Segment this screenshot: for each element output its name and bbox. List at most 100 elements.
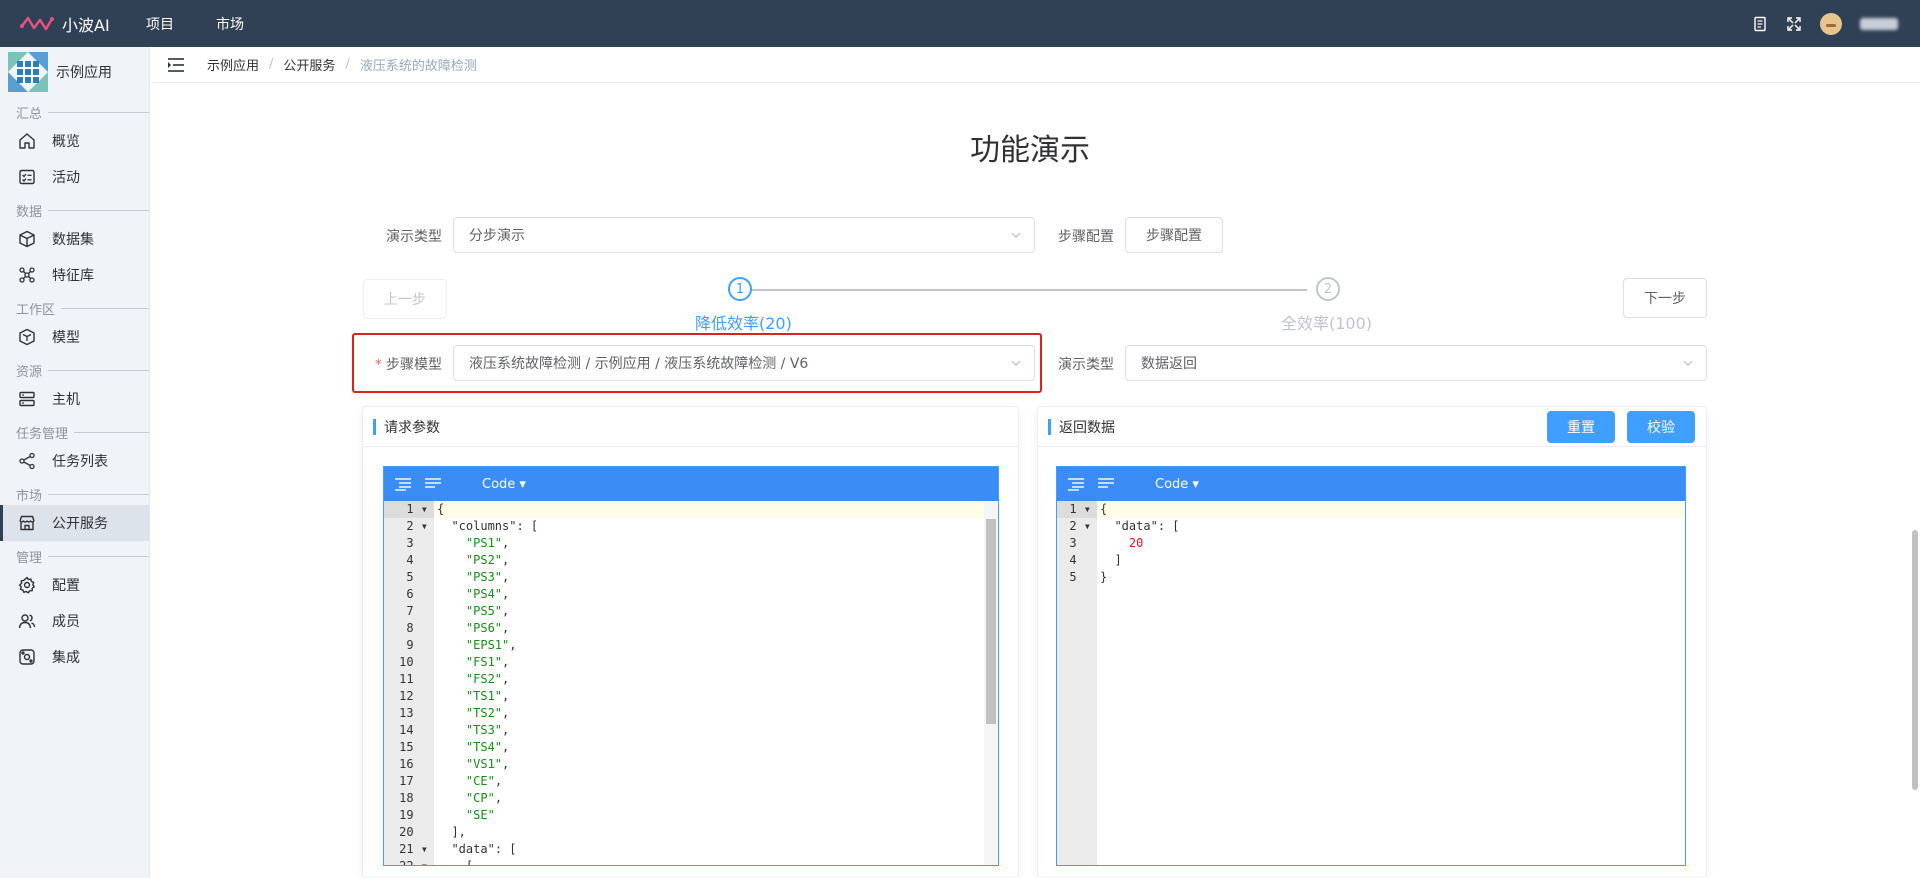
line-number: 12: [399, 689, 428, 703]
username-blurred[interactable]: [1860, 17, 1898, 30]
line-number: 10: [399, 655, 428, 669]
request-json-editor[interactable]: Code ▾ 1 ▾ 2 ▾ 3 4 5 6 7 8 9 10 11 12 13 1…: [383, 466, 999, 866]
sidebar-item-integrations[interactable]: 集成: [0, 639, 149, 675]
line-number: 8: [406, 621, 428, 635]
editor-toolbar: Code ▾: [384, 467, 998, 501]
code-line: "TS2",: [465, 706, 510, 720]
brand-name: 小波AI: [62, 15, 110, 35]
compact-icon[interactable]: [424, 477, 442, 491]
demo-type-select[interactable]: 分步演示: [453, 217, 1035, 253]
response-json-editor[interactable]: Code ▾ 1 ▾ 2 ▾ 3 4 5 { "data": [ 20 ]}: [1056, 466, 1686, 866]
feature-icon: [19, 267, 35, 283]
app-header[interactable]: 示例应用: [0, 47, 149, 97]
breadcrumb-bar: 示例应用 / 公开服务 / 液压系统的故障检测: [151, 47, 1920, 83]
step-connector: [740, 289, 1307, 291]
page-title: 功能演示: [970, 133, 1090, 168]
top-right-tools: [1752, 0, 1898, 47]
code-line: "data": [: [1114, 519, 1180, 533]
next-step-button[interactable]: 下一步: [1623, 278, 1707, 318]
editor-mode-dropdown[interactable]: Code ▾: [482, 477, 526, 492]
step-model-select[interactable]: 液压系统故障检测 / 示例应用 / 液压系统故障检测 / V6: [453, 345, 1035, 381]
section-summary: 汇总: [0, 101, 149, 123]
menu-toggle-icon[interactable]: [167, 57, 185, 73]
code-line: "TS1",: [465, 689, 510, 703]
line-number: 3: [1069, 536, 1091, 550]
code-line: [: [437, 859, 474, 866]
code-line: "PS1",: [465, 536, 510, 550]
editor-body: 1 ▾ 2 ▾ 3 4 5 6 7 8 9 10 11 12 13 14 15 16…: [384, 501, 998, 865]
step-model-label-text: 步骤模型: [386, 357, 442, 373]
sidebar-item-features[interactable]: 特征库: [0, 257, 149, 293]
sidebar-item-label: 数据集: [52, 232, 94, 248]
display-type-select[interactable]: 数据返回: [1125, 345, 1707, 381]
prev-step-button[interactable]: 上一步: [363, 279, 447, 319]
section-title: 管理: [16, 550, 43, 566]
editor-mode-dropdown[interactable]: Code ▾: [1155, 477, 1199, 492]
line-number: 20: [399, 825, 428, 839]
avatar[interactable]: [1820, 12, 1842, 35]
request-panel-header: 请求参数: [363, 407, 1018, 447]
steps: 1 2 降低效率(20) 全效率(100): [650, 276, 1372, 336]
sidebar-item-settings[interactable]: 配置: [0, 567, 149, 603]
sidebar-item-members[interactable]: 成员: [0, 603, 149, 639]
nav-market[interactable]: 市场: [216, 14, 244, 34]
format-icon[interactable]: [394, 477, 412, 491]
sidebar-item-label: 配置: [52, 578, 80, 594]
section-admin: 管理: [0, 545, 149, 567]
line-number: 3: [406, 536, 428, 550]
section-title: 市场: [16, 488, 43, 504]
editor-body: 1 ▾ 2 ▾ 3 4 5 { "data": [ 20 ]}: [1057, 501, 1685, 865]
sidebar-item-label: 主机: [52, 392, 80, 408]
editor-scrollbar[interactable]: [984, 501, 998, 865]
format-icon[interactable]: [1067, 477, 1085, 491]
app-logo-icon: [8, 52, 48, 92]
breadcrumb-item[interactable]: 公开服务: [283, 55, 335, 74]
document-icon[interactable]: [1752, 16, 1768, 32]
page-scrollbar[interactable]: [1912, 530, 1918, 790]
sidebar-item-label: 成员: [52, 614, 80, 630]
shop-icon: [19, 515, 35, 531]
sidebar-item-label: 模型: [52, 330, 80, 346]
section-data: 数据: [0, 199, 149, 221]
step-2-title[interactable]: 全效率(100): [1281, 310, 1372, 334]
gear-icon: [19, 576, 35, 594]
step-model-value: 液压系统故障检测 / 示例应用 / 液压系统故障检测 / V6: [469, 356, 809, 372]
editor-mode-label: Code: [482, 476, 516, 492]
sidebar-item-datasets[interactable]: 数据集: [0, 221, 149, 257]
line-number: 18: [399, 791, 428, 805]
compact-icon[interactable]: [1097, 477, 1115, 491]
sidebar-item-task-list[interactable]: 任务列表: [0, 443, 149, 479]
sidebar-item-models[interactable]: 模型: [0, 319, 149, 355]
nav-projects[interactable]: 项目: [146, 14, 174, 34]
cube-icon: [19, 230, 35, 248]
line-number: 2 ▾: [406, 519, 428, 533]
code-area[interactable]: { "data": [ 20 ]}: [1097, 501, 1685, 865]
reset-button[interactable]: 重置: [1547, 411, 1615, 443]
code-line: "CE",: [465, 774, 503, 788]
validate-button[interactable]: 校验: [1627, 411, 1695, 443]
section-title: 数据: [16, 204, 43, 220]
section-tasks: 任务管理: [0, 421, 149, 443]
display-type-value: 数据返回: [1141, 356, 1197, 372]
code-area[interactable]: { "columns": [ "PS1", "PS2", "PS3", "PS4…: [434, 501, 998, 865]
step-2-circle: 2: [1316, 277, 1340, 301]
fullscreen-icon[interactable]: [1786, 16, 1802, 32]
line-number: 6: [406, 587, 428, 601]
server-icon: [19, 391, 35, 407]
brand-logo[interactable]: 小波AI: [0, 12, 130, 36]
code-line: ]: [1100, 553, 1122, 567]
section-title: 任务管理: [16, 426, 69, 442]
users-icon: [18, 614, 36, 629]
scrollbar-thumb[interactable]: [986, 519, 996, 724]
line-number: 19: [399, 808, 428, 822]
line-number: 16: [399, 757, 428, 771]
breadcrumb-current: 液压系统的故障检测: [359, 59, 477, 74]
model-icon: [19, 328, 35, 346]
sidebar-item-public-services[interactable]: 公开服务: [0, 505, 149, 541]
step-config-button[interactable]: 步骤配置: [1125, 217, 1223, 253]
sidebar-item-hosts[interactable]: 主机: [0, 381, 149, 417]
step-1-title[interactable]: 降低效率(20): [695, 310, 792, 334]
breadcrumb-item[interactable]: 示例应用: [207, 55, 259, 74]
line-number: 4: [1069, 553, 1091, 567]
line-number: 17: [399, 774, 428, 788]
